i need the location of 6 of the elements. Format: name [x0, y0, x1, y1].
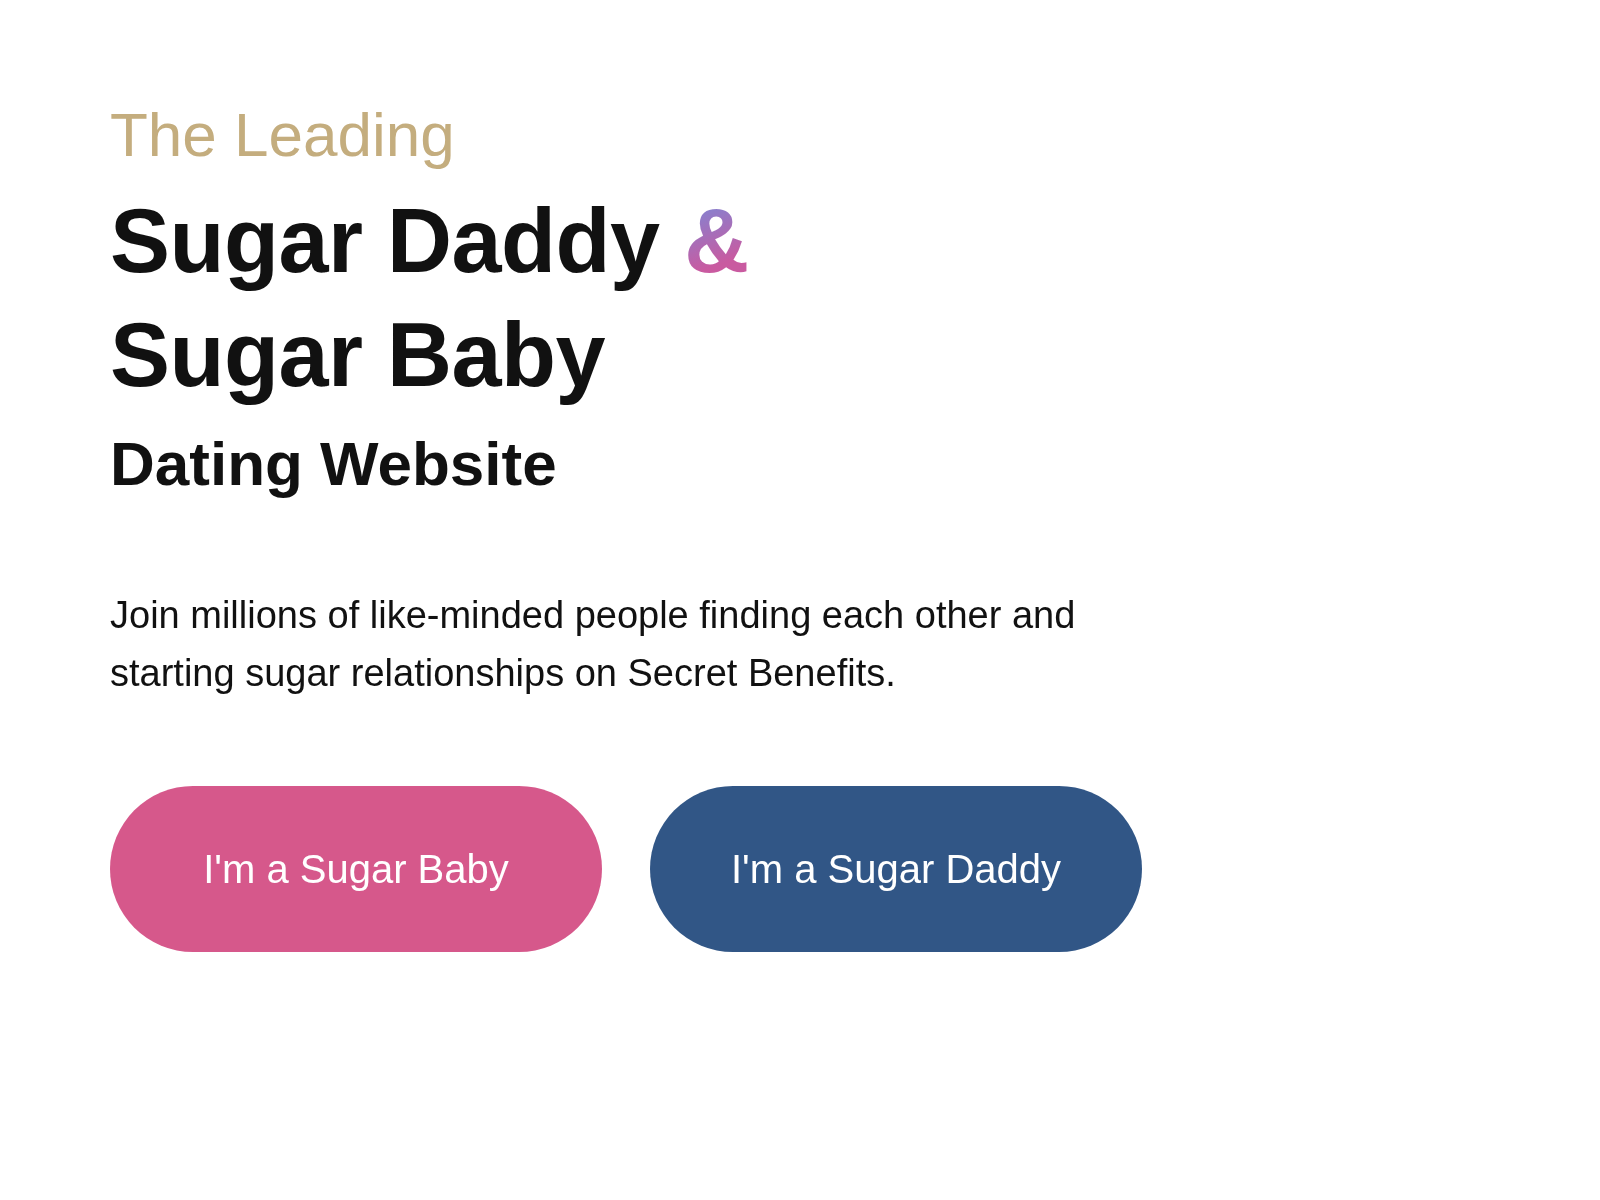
- sugar-daddy-button[interactable]: I'm a Sugar Daddy: [650, 786, 1142, 952]
- subheadline: Dating Website: [110, 428, 558, 500]
- headline: Sugar Daddy & Sugar Baby: [110, 190, 750, 407]
- sugar-baby-button[interactable]: I'm a Sugar Baby: [110, 786, 602, 952]
- kicker-text: The Leading: [110, 100, 456, 170]
- description-text: Join millions of like-minded people finding each other and starting sugar relationships on Secret Benefits.: [110, 593, 1077, 696]
